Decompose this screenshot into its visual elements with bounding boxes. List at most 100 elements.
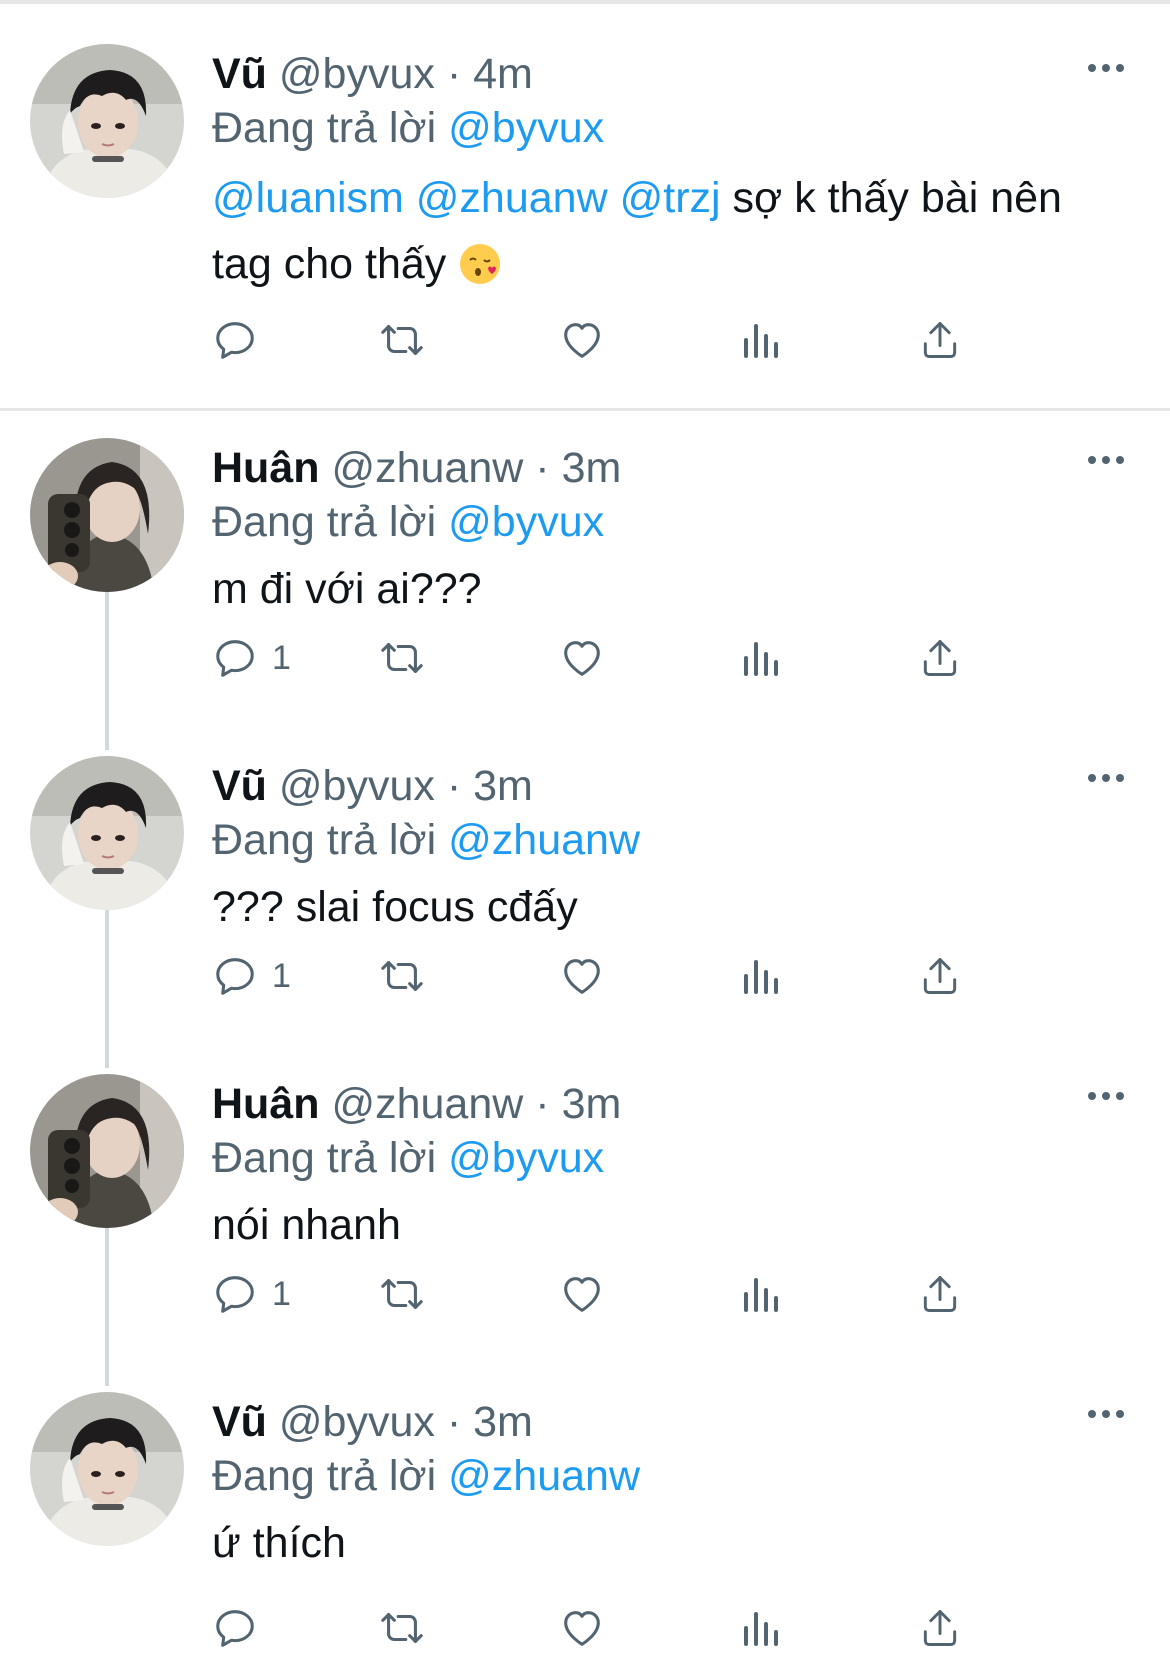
retweet-icon — [376, 1271, 428, 1317]
reply-count: 1 — [272, 956, 291, 995]
reply-prefix: Đang trả lời — [212, 1134, 437, 1182]
separator: · — [446, 50, 462, 98]
reply-to-handle[interactable]: @zhuanw — [448, 1452, 640, 1500]
avatar[interactable] — [30, 1392, 184, 1546]
share-icon — [918, 953, 962, 999]
avatar[interactable] — [30, 756, 184, 910]
reply-button[interactable] — [212, 1600, 272, 1656]
display-name[interactable]: Huân — [212, 444, 320, 492]
like-button[interactable] — [558, 1266, 606, 1322]
retweet-button[interactable] — [376, 630, 428, 686]
section-divider — [0, 408, 1170, 411]
views-icon — [740, 1608, 780, 1648]
reply-button[interactable]: 1 — [212, 948, 291, 1004]
tweet-body-text: ??? slai focus cđấy — [212, 883, 578, 931]
handle[interactable]: @byvux — [279, 50, 435, 98]
reply-button[interactable]: 1 — [212, 630, 291, 686]
share-button[interactable] — [918, 1266, 962, 1322]
reply-count: 1 — [272, 1274, 291, 1313]
separator: · — [535, 444, 550, 492]
timestamp[interactable]: 3m — [562, 444, 622, 492]
action-bar — [212, 312, 1062, 368]
retweet-icon — [376, 953, 428, 999]
handle[interactable]: @zhuanw — [331, 1080, 523, 1128]
views-button[interactable] — [740, 1600, 780, 1656]
timestamp[interactable]: 4m — [473, 50, 533, 98]
retweet-icon — [376, 1605, 428, 1651]
mention[interactable]: @zhuanw — [416, 174, 608, 222]
timestamp[interactable]: 3m — [473, 762, 533, 810]
action-bar: 1 — [212, 630, 1062, 686]
like-button[interactable] — [558, 1600, 606, 1656]
heart-icon — [558, 317, 606, 363]
share-button[interactable] — [918, 1600, 962, 1656]
tweet-text: ứ thích — [212, 1510, 1092, 1576]
handle[interactable]: @byvux — [279, 1398, 435, 1446]
retweet-button[interactable] — [376, 312, 428, 368]
views-icon — [740, 956, 780, 996]
reply-icon — [212, 1605, 258, 1651]
tweet-text: nói nhanh — [212, 1192, 1092, 1258]
share-icon — [918, 1271, 962, 1317]
thread-line — [105, 1226, 109, 1386]
tweet-text: m đi với ai??? — [212, 556, 1092, 622]
views-button[interactable] — [740, 1266, 780, 1322]
display-name[interactable]: Vũ — [212, 1398, 267, 1446]
views-button[interactable] — [740, 630, 780, 686]
views-button[interactable] — [740, 312, 780, 368]
reply-prefix: Đang trả lời — [212, 816, 437, 864]
share-icon — [918, 1605, 962, 1651]
reply-to-handle[interactable]: @byvux — [448, 104, 604, 152]
avatar[interactable] — [30, 44, 184, 198]
retweet-button[interactable] — [376, 948, 428, 1004]
display-name[interactable]: Vũ — [212, 762, 267, 810]
timestamp[interactable]: 3m — [562, 1080, 622, 1128]
like-button[interactable] — [558, 630, 606, 686]
retweet-button[interactable] — [376, 1600, 428, 1656]
more-dots-icon[interactable] — [1086, 770, 1126, 786]
tweet-header: Huân @zhuanw · 3m — [212, 438, 621, 498]
share-button[interactable] — [918, 312, 962, 368]
views-button[interactable] — [740, 948, 780, 1004]
retweet-icon — [376, 635, 428, 681]
more-dots-icon[interactable] — [1086, 452, 1126, 468]
reply-to-line: Đang trả lời @byvux — [212, 1128, 604, 1188]
separator: · — [446, 1398, 462, 1446]
mention[interactable]: @luanism — [212, 174, 404, 222]
tweet-header: Huân @zhuanw · 3m — [212, 1074, 621, 1134]
share-button[interactable] — [918, 948, 962, 1004]
handle[interactable]: @zhuanw — [331, 444, 523, 492]
reply-to-line: Đang trả lời @byvux — [212, 98, 604, 158]
avatar[interactable] — [30, 1074, 184, 1228]
more-dots-icon[interactable] — [1086, 1406, 1126, 1422]
retweet-button[interactable] — [376, 1266, 428, 1322]
mention[interactable]: @trzj — [620, 174, 721, 222]
reply-to-handle[interactable]: @byvux — [448, 1134, 604, 1182]
reply-prefix: Đang trả lời — [212, 498, 437, 546]
display-name[interactable]: Huân — [212, 1080, 320, 1128]
reply-to-handle[interactable]: @zhuanw — [448, 816, 640, 864]
reply-button[interactable]: 1 — [212, 1266, 291, 1322]
share-button[interactable] — [918, 630, 962, 686]
share-icon — [918, 635, 962, 681]
more-dots-icon[interactable] — [1086, 60, 1126, 76]
like-button[interactable] — [558, 948, 606, 1004]
like-button[interactable] — [558, 312, 606, 368]
more-dots-icon[interactable] — [1086, 1088, 1126, 1104]
avatar[interactable] — [30, 438, 184, 592]
tweet-text: ??? slai focus cđấy — [212, 874, 1092, 940]
heart-icon — [558, 1605, 606, 1651]
reply-button[interactable] — [212, 312, 272, 368]
handle[interactable]: @byvux — [279, 762, 435, 810]
heart-icon — [558, 1271, 606, 1317]
tweet-header: Vũ @byvux · 4m — [212, 44, 533, 104]
reply-to-line: Đang trả lời @zhuanw — [212, 810, 640, 870]
reply-to-line: Đang trả lời @byvux — [212, 492, 604, 552]
reply-prefix: Đang trả lời — [212, 1452, 437, 1500]
tweet-body-text: nói nhanh — [212, 1201, 401, 1249]
reply-to-line: Đang trả lời @zhuanw — [212, 1446, 640, 1506]
reply-prefix: Đang trả lời — [212, 104, 437, 152]
reply-to-handle[interactable]: @byvux — [448, 498, 604, 546]
display-name[interactable]: Vũ — [212, 50, 267, 98]
timestamp[interactable]: 3m — [473, 1398, 533, 1446]
